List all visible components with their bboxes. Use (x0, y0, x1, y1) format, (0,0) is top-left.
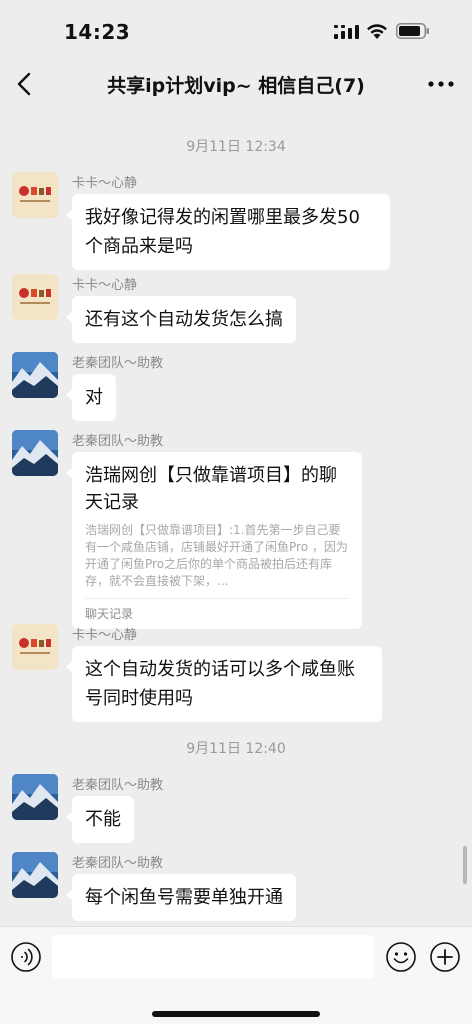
sender-name: 老秦团队～助教 (72, 434, 164, 449)
mountain-landscape-avatar[interactable] (12, 852, 58, 898)
nav-bar: 共享ip计划vip~ 相信自己(7) (0, 60, 472, 108)
chat-title: 共享ip计划vip~ 相信自己(7) (107, 75, 365, 97)
message-bubble[interactable]: 不能 (66, 796, 134, 843)
scrollbar[interactable] (463, 846, 467, 884)
message-list[interactable]: 9月11日 12:34 卡卡～心静 我好像记得发的闲置哪里最多发50个商品来是吗 (0, 108, 472, 926)
timestamp: 9月11日 12:40 (186, 741, 286, 757)
message-bubble[interactable]: 这个自动发货的话可以多个咸鱼账号同时使用吗 (66, 646, 382, 722)
xianyu-store-avatar[interactable] (12, 172, 58, 218)
back-icon[interactable] (12, 68, 40, 100)
status-time: 14:23 (64, 20, 131, 44)
chat-record-preview: 浩瑞网创【只做靠谱项目】:1.首先第一步自己要有一个咸鱼店铺，店铺最好开通了闲鱼… (85, 523, 348, 588)
home-indicator (152, 1011, 320, 1017)
cellular-signal-icon (334, 25, 359, 39)
mountain-landscape-avatar[interactable] (12, 352, 58, 398)
mountain-landscape-avatar[interactable] (12, 430, 58, 476)
message-bubble[interactable]: 我好像记得发的闲置哪里最多发50个商品来是吗 (66, 194, 390, 270)
chat-record-card[interactable]: 浩瑞网创【只做靠谱项目】的聊天记录 浩瑞网创【只做靠谱项目】:1.首先第一步自己… (66, 452, 362, 629)
emoji-icon[interactable] (385, 941, 417, 973)
more-icon[interactable] (424, 72, 458, 96)
chat-screen: 14:23 共享ip计划vip~ 相信自己(7) 9月11日 12:34 卡卡～… (0, 0, 472, 1024)
wifi-icon (367, 24, 387, 39)
chat-record-title: 浩瑞网创【只做靠谱项目】的聊天记录 (85, 465, 337, 513)
battery-icon (396, 23, 429, 39)
status-bar: 14:23 (0, 0, 472, 60)
message-bubble[interactable]: 每个闲鱼号需要单独开通 (66, 874, 296, 921)
message-input[interactable] (52, 935, 374, 979)
sender-name: 老秦团队～助教 (72, 778, 164, 793)
message-bubble[interactable]: 对 (66, 374, 116, 421)
sender-name: 老秦团队～助教 (72, 856, 164, 871)
xianyu-store-avatar[interactable] (12, 624, 58, 670)
sender-name: 老秦团队～助教 (72, 356, 164, 371)
sender-name: 卡卡～心静 (72, 278, 138, 293)
sender-name: 卡卡～心静 (72, 628, 138, 643)
message-bubble[interactable]: 还有这个自动发货怎么搞 (66, 296, 296, 343)
timestamp: 9月11日 12:34 (186, 139, 286, 155)
mountain-landscape-avatar[interactable] (12, 774, 58, 820)
input-bar (0, 926, 472, 1024)
voice-icon[interactable] (10, 941, 42, 973)
xianyu-store-avatar[interactable] (12, 274, 58, 320)
sender-name: 卡卡～心静 (72, 176, 138, 191)
add-icon[interactable] (429, 941, 461, 973)
